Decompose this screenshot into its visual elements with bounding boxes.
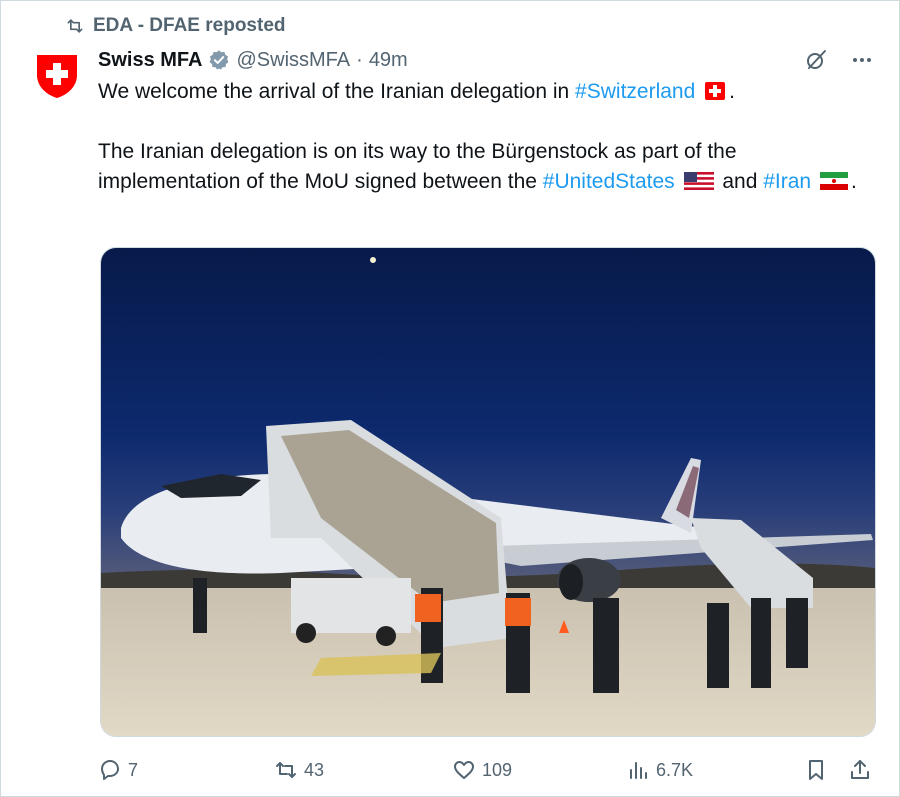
avatar[interactable] bbox=[35, 53, 79, 99]
timestamp[interactable]: 49m bbox=[369, 49, 408, 72]
repost-indicator[interactable]: EDA - DFAE reposted bbox=[65, 13, 286, 39]
tweet-text-segment: . bbox=[850, 170, 857, 193]
tweet-text-segment: . bbox=[729, 80, 735, 103]
tweet-paragraph-2: The Iranian delegation is on its way to … bbox=[98, 137, 858, 197]
hashtag-switzerland[interactable]: #Switzerland bbox=[575, 80, 695, 103]
tweet-actions-bar: 7 43 109 6.7K bbox=[98, 753, 876, 787]
more-options-icon bbox=[853, 58, 871, 62]
views-button[interactable]: 6.7K bbox=[626, 753, 693, 787]
bookmark-button[interactable] bbox=[804, 753, 828, 787]
bookmark-icon bbox=[809, 760, 823, 780]
hashtag-iran[interactable]: #Iran bbox=[763, 170, 811, 193]
us-flag-icon bbox=[683, 172, 714, 190]
iran-flag-icon bbox=[819, 172, 848, 190]
swiss-shield-logo bbox=[37, 55, 77, 98]
repost-button[interactable]: 43 bbox=[274, 753, 324, 787]
retweet-icon bbox=[276, 762, 296, 778]
tweet-photo[interactable] bbox=[100, 247, 876, 737]
share-button[interactable] bbox=[848, 753, 872, 787]
tweet-text: We welcome the arrival of the Iranian de… bbox=[98, 77, 858, 197]
hashtag-unitedstates[interactable]: #UnitedStates bbox=[543, 170, 675, 193]
grok-button[interactable] bbox=[803, 47, 829, 73]
reply-button[interactable]: 7 bbox=[98, 753, 138, 787]
like-button[interactable]: 109 bbox=[452, 753, 512, 787]
author-handle[interactable]: @SwissMFA bbox=[236, 49, 350, 72]
more-button[interactable] bbox=[849, 47, 875, 73]
heart-icon bbox=[454, 761, 474, 779]
separator-dot: · bbox=[356, 48, 363, 71]
view-count: 6.7K bbox=[656, 759, 694, 780]
tweet-top-actions bbox=[803, 47, 875, 73]
grok-icon bbox=[807, 50, 826, 69]
tweet-text-segment: We welcome the arrival of the Iranian de… bbox=[98, 80, 576, 103]
repost-icon bbox=[67, 19, 83, 33]
repost-label: EDA - DFAE reposted bbox=[93, 15, 286, 36]
reply-count: 7 bbox=[128, 759, 139, 780]
reply-icon bbox=[101, 760, 119, 780]
tweet-text-segment: and bbox=[716, 170, 764, 193]
share-icon bbox=[851, 760, 869, 779]
like-count: 109 bbox=[482, 759, 513, 780]
airport-night-photo bbox=[101, 248, 875, 736]
author-name[interactable]: Swiss MFA bbox=[98, 49, 202, 72]
tweet-card[interactable]: EDA - DFAE reposted Swiss MFA @SwissMFA … bbox=[0, 0, 900, 797]
verified-badge-icon[interactable] bbox=[208, 49, 230, 71]
repost-count: 43 bbox=[304, 759, 325, 780]
tweet-paragraph-1: We welcome the arrival of the Iranian de… bbox=[98, 77, 858, 107]
tweet-header: Swiss MFA @SwissMFA · 49m bbox=[98, 45, 408, 75]
swiss-flag-icon bbox=[705, 82, 726, 100]
views-chart-icon bbox=[630, 762, 647, 779]
